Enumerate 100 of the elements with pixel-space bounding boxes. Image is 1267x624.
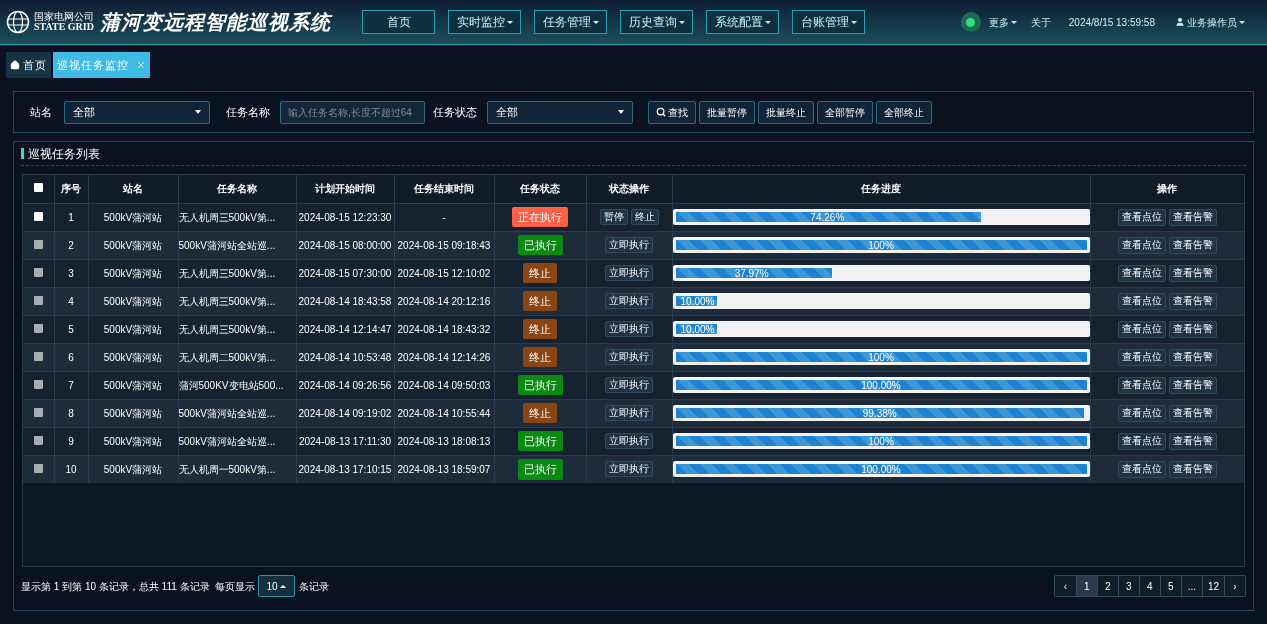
table-cell: 500kV蒲河站 [103, 407, 163, 419]
close-icon [136, 60, 146, 70]
table-cell: 2024-08-15 08:00:00 [298, 239, 392, 251]
table-cell: 无人机周三500kV第... [178, 211, 276, 223]
table-cell: 500kV蒲河站 [103, 463, 163, 475]
status-tag: 已执行 [517, 374, 563, 396]
table-cell: 2024-08-14 10:53:48 [298, 351, 392, 363]
table-cell: 10 [65, 463, 77, 475]
caret-icon [592, 20, 599, 24]
caret-icon [678, 20, 685, 24]
table-cell: 500kV蒲河站全站巡... [178, 407, 276, 419]
table-cell: 2024-08-15 12:23:30 [298, 211, 392, 223]
pagination-button[interactable]: › [1224, 576, 1245, 596]
caret-icon [850, 20, 857, 24]
table-cell: 2024-08-14 20:12:16 [397, 295, 491, 307]
per-page-unit: 条记录 [298, 579, 329, 594]
progress-label: 100.00% [860, 378, 902, 393]
status-tag: 正在执行 [512, 206, 568, 228]
table-cell: 2024-08-13 18:59:07 [397, 463, 491, 475]
table-cell: 2024-08-14 09:26:56 [298, 379, 392, 391]
caret-icon [764, 20, 771, 24]
row-action-button[interactable]: 查看点位 [1117, 208, 1166, 226]
task-name-label: 任务名称 [226, 104, 270, 120]
status-tag: 终止 [523, 290, 557, 312]
task-status-select[interactable]: 全部 [487, 100, 633, 124]
nav-menu-button[interactable]: 任务管理 [534, 10, 607, 34]
table-cell: 无人机周二500kV第... [178, 351, 276, 363]
column-header: 站名 [123, 183, 143, 195]
progress-label: 10.00% [679, 294, 716, 309]
table-cell: 500kV蒲河站 [103, 211, 163, 223]
nav-menu-button[interactable]: 实时监控 [448, 10, 521, 34]
home-icon [10, 60, 20, 70]
batch-action-button[interactable]: 全部终止 [876, 100, 932, 124]
status-tag: 终止 [523, 262, 557, 284]
column-header: 任务进度 [861, 183, 901, 195]
table-cell: 2024-08-14 18:43:58 [298, 295, 392, 307]
column-header: 操作 [1157, 183, 1177, 195]
progress-label: 74.26% [809, 210, 846, 225]
column-header: 状态操作 [609, 183, 649, 195]
progress-label: 99.38% [861, 406, 898, 421]
table-cell: 蒲河500KV变电站500... [178, 379, 284, 391]
table-cell: 6 [68, 351, 74, 363]
pagination-button[interactable]: 4 [1138, 576, 1160, 596]
station-select[interactable]: 全部 [64, 100, 210, 124]
page-tab[interactable]: 首页 [6, 52, 51, 78]
pagination-button[interactable]: ‹ [1054, 576, 1076, 596]
table-cell: 8 [68, 407, 74, 419]
batch-action-button[interactable]: 批量暂停 [699, 100, 755, 124]
nav-menu-button[interactable]: 首页 [362, 10, 435, 34]
nav-menu-button[interactable]: 历史查询 [620, 10, 693, 34]
nav-menu-button[interactable]: 系统配置 [706, 10, 779, 34]
row-checkbox[interactable] [33, 183, 43, 193]
globe-logo-icon [6, 10, 30, 34]
table-cell: 无人机周三500kV第... [178, 267, 276, 279]
table-cell: 2024-08-13 18:08:13 [397, 435, 491, 447]
progress-label: 37.97% [733, 266, 770, 281]
caret-icon [618, 110, 624, 114]
org-name: 国家电网公司 [34, 12, 94, 22]
column-header: 序号 [61, 183, 81, 195]
more-menu[interactable]: 更多 [988, 14, 1017, 30]
pagination-button[interactable]: 2 [1096, 576, 1118, 596]
row-checkbox[interactable] [33, 211, 43, 221]
state-action-button[interactable]: 暂停 [599, 209, 628, 225]
nav-menu-button[interactable]: 台账管理 [792, 10, 865, 34]
status-tag: 终止 [523, 402, 557, 424]
progress-label: 10.00% [679, 322, 716, 337]
batch-action-button[interactable]: 全部暂停 [817, 100, 873, 124]
caret-icon [1010, 20, 1017, 24]
status-tag: 已执行 [517, 459, 563, 480]
page-size-select[interactable]: 10 [257, 575, 295, 597]
table-cell: 500kV蒲河站 [103, 379, 163, 391]
status-tag: 已执行 [517, 234, 563, 256]
table-cell: 2024-08-15 09:18:43 [397, 239, 491, 251]
progress-label: 100% [867, 238, 895, 253]
table-cell: 无人机周三500kV第... [178, 295, 276, 307]
caret-icon [1239, 20, 1245, 24]
task-name-field[interactable]: 输入任务名称,长度不超过64 [280, 100, 425, 124]
per-page-label: 每页显示 [214, 579, 255, 594]
state-action-button[interactable]: 终止 [630, 209, 659, 225]
table-cell: 2024-08-14 12:14:26 [397, 351, 491, 363]
column-header: 任务状态 [520, 183, 560, 195]
column-header: 任务名称 [217, 183, 257, 195]
table-cell: 500kV蒲河站全站巡... [178, 435, 276, 447]
pagination-button[interactable]: ... [1180, 576, 1202, 596]
user-menu[interactable]: 业务操作员 [1175, 14, 1245, 30]
table-cell: 500kV蒲河站 [103, 295, 163, 307]
progress-label: 100.00% [860, 462, 902, 477]
pagination-button[interactable]: 12 [1201, 576, 1224, 596]
pagination-button[interactable]: 1 [1075, 576, 1097, 596]
search-icon [656, 107, 666, 117]
table-cell: 2024-08-13 17:10:15 [298, 463, 392, 475]
pagination-button[interactable]: 5 [1159, 576, 1181, 596]
column-header: 计划开始时间 [315, 183, 375, 195]
table-cell: 1 [68, 211, 74, 223]
search-button[interactable]: 查找 [648, 100, 696, 124]
panel-title: 巡视任务列表 [28, 145, 100, 163]
about-link[interactable]: 关于 [1030, 14, 1051, 30]
pagination-button[interactable]: 3 [1117, 576, 1139, 596]
row-action-button[interactable]: 查看告警 [1168, 208, 1217, 226]
batch-action-button[interactable]: 批量终止 [758, 100, 814, 124]
